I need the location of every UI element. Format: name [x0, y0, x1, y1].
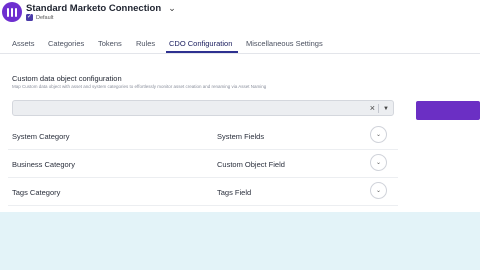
tab-rules[interactable]: Rules	[136, 39, 155, 48]
cdo-select[interactable]: × ▼	[12, 100, 394, 116]
tab-bar: Assets Categories Tokens Rules CDO Confi…	[0, 34, 480, 54]
cdo-config-panel: Custom data object configuration Map Cus…	[8, 66, 398, 210]
row-left-label: System Category	[12, 132, 70, 141]
marketo-logo-icon	[2, 2, 22, 22]
active-tab-indicator	[166, 51, 238, 53]
connection-header: Standard Marketo Connection ⌄ ✓ Default	[0, 0, 480, 32]
tab-miscellaneous-settings[interactable]: Miscellaneous Settings	[246, 39, 323, 48]
chevron-down-icon[interactable]: ⌄	[370, 154, 387, 171]
chevron-down-icon[interactable]: ⌄	[370, 182, 387, 199]
mapping-row: Tags Category Tags Field ⌄	[8, 178, 398, 206]
primary-action-button[interactable]	[416, 101, 480, 120]
chevron-down-icon[interactable]: ⌄	[166, 2, 178, 14]
row-left-label: Tags Category	[12, 188, 61, 197]
default-checkbox[interactable]: ✓	[26, 14, 33, 21]
tab-tokens[interactable]: Tokens	[98, 39, 122, 48]
mapping-row: System Category System Fields ⌄	[8, 122, 398, 150]
row-right-label: Tags Field	[217, 188, 252, 197]
panel-title: Custom data object configuration	[12, 74, 122, 83]
tab-categories[interactable]: Categories	[48, 39, 84, 48]
tab-cdo-configuration[interactable]: CDO Configuration	[169, 39, 232, 48]
select-separator	[378, 104, 379, 113]
row-right-label: System Fields	[217, 132, 265, 141]
footer-band	[0, 212, 480, 270]
connection-title: Standard Marketo Connection	[26, 3, 162, 14]
tab-assets[interactable]: Assets	[12, 39, 35, 48]
close-icon[interactable]: ×	[370, 103, 375, 113]
caret-down-icon[interactable]: ▼	[383, 104, 389, 114]
panel-description: Map Custom data object with asset and sy…	[12, 84, 267, 89]
default-toggle[interactable]: ✓ Default	[26, 14, 53, 21]
row-left-label: Business Category	[12, 160, 75, 169]
mapping-row: Business Category Custom Object Field ⌄	[8, 150, 398, 178]
chevron-down-icon[interactable]: ⌄	[370, 126, 387, 143]
default-label: Default	[36, 14, 54, 21]
row-right-label: Custom Object Field	[217, 160, 285, 169]
